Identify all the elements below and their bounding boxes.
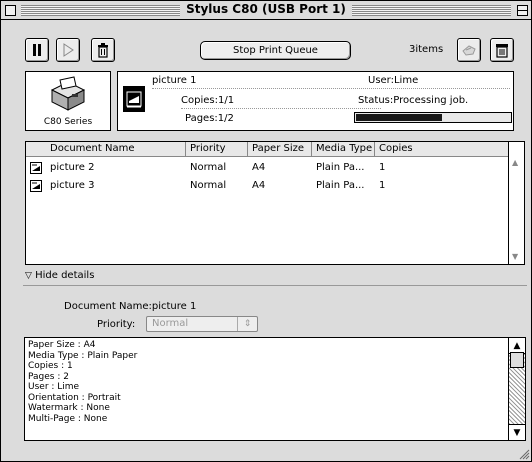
- play-button[interactable]: [56, 38, 80, 62]
- printer-model: C80 Series: [43, 117, 93, 127]
- details-document-name: Document Name:picture 1: [64, 301, 197, 312]
- items-count: 3items: [409, 44, 444, 55]
- detail-line: Paper Size : A4: [28, 340, 96, 350]
- detail-line: Orientation : Portrait: [28, 392, 121, 403]
- row-paper-size: A4: [252, 162, 266, 173]
- detail-line: Copies : 1: [28, 361, 73, 371]
- document-icon: [30, 162, 42, 174]
- resize-grip-icon[interactable]: [516, 446, 530, 460]
- hide-details-label: Hide details: [35, 270, 95, 281]
- scroll-up-arrow-icon[interactable]: ▲: [512, 158, 518, 167]
- row-copies: 1: [379, 162, 386, 173]
- pause-icon: [33, 44, 41, 56]
- trash-icon: [98, 43, 108, 58]
- current-job-user: User:Lime: [368, 75, 419, 86]
- pause-button[interactable]: [25, 38, 49, 62]
- printer-trash-icon: [496, 44, 508, 58]
- current-job-pages: Pages:1/2: [185, 113, 234, 124]
- printer-trash-button[interactable]: [490, 38, 514, 62]
- detail-line: Pages : 2: [28, 371, 69, 382]
- row-media-type: Plain Pa...: [316, 180, 365, 191]
- disclosure-triangle-icon: ▽: [25, 271, 32, 281]
- title-bar[interactable]: Stylus C80 (USB Port 1): [1, 1, 531, 20]
- priority-select-value: Normal: [152, 318, 189, 329]
- priority-label: Priority:: [97, 319, 136, 330]
- delete-button[interactable]: [91, 38, 115, 62]
- row-priority: Normal: [190, 180, 227, 191]
- priority-select[interactable]: Normal ⇕: [146, 316, 258, 332]
- row-document-name: picture 2: [50, 162, 95, 173]
- scroll-down-arrow-icon[interactable]: ▼: [509, 424, 525, 440]
- current-job-name: picture 1: [152, 75, 197, 86]
- column-header-paper-size[interactable]: Paper Size: [248, 142, 312, 157]
- row-copies: 1: [379, 180, 386, 191]
- row-document-name: picture 3: [50, 180, 95, 191]
- table-scrollbar[interactable]: ▲ ▼: [508, 142, 524, 264]
- table-row[interactable]: picture 3 Normal A4 Plain Pa... 1: [26, 177, 508, 195]
- select-arrows-icon: ⇕: [237, 317, 257, 331]
- row-media-type: Plain Pa...: [316, 162, 365, 173]
- zoom-box[interactable]: [517, 5, 528, 16]
- column-header-document-name[interactable]: Document Name: [26, 142, 186, 157]
- job-progress-fill: [356, 114, 442, 121]
- printer-panel: C80 Series: [25, 71, 111, 131]
- hold-button[interactable]: [457, 38, 481, 62]
- job-info-divider: [152, 88, 510, 89]
- print-queue-window: Stylus C80 (USB Port 1) Stop Print Queue…: [0, 0, 532, 462]
- detail-line: Media Type : Plain Paper: [28, 350, 138, 361]
- current-job-copies: Copies:1/1: [181, 95, 235, 106]
- current-job-panel: picture 1 User:Lime Copies:1/1 Status:Pr…: [117, 71, 514, 131]
- column-header-copies[interactable]: Copies: [375, 142, 509, 157]
- column-header-media-type[interactable]: Media Type: [312, 142, 375, 157]
- table-row[interactable]: picture 2 Normal A4 Plain Pa... 1: [26, 159, 508, 177]
- detail-line: User : Lime: [28, 382, 80, 392]
- details-text-box: Paper Size : A4 Media Type : Plain Paper C…: [24, 337, 526, 441]
- details-separator: [23, 285, 527, 286]
- hand-icon: [462, 45, 476, 56]
- job-progress-bar: [354, 112, 512, 123]
- window-title: Stylus C80 (USB Port 1): [1, 2, 531, 16]
- play-icon: [63, 43, 74, 57]
- job-info-divider: [181, 108, 381, 109]
- printer-icon: [50, 76, 86, 111]
- document-icon: [30, 180, 42, 192]
- queue-table: Document Name Priority Paper Size Media …: [25, 141, 525, 265]
- current-job-status: Status:Processing job.: [358, 95, 469, 106]
- scroll-thumb[interactable]: [510, 352, 524, 368]
- detail-line: Watermark : None: [28, 403, 110, 413]
- hide-details-toggle[interactable]: ▽ Hide details: [25, 270, 94, 281]
- document-printing-icon: [123, 86, 145, 112]
- stop-print-queue-button[interactable]: Stop Print Queue: [200, 41, 351, 60]
- scroll-down-arrow-icon[interactable]: ▼: [512, 252, 518, 261]
- details-text: Paper Size : A4 Media Type : Plain Paper C…: [28, 340, 137, 424]
- details-scrollbar[interactable]: ▲ ▼: [508, 338, 525, 440]
- column-header-priority[interactable]: Priority: [186, 142, 248, 157]
- row-priority: Normal: [190, 162, 227, 173]
- detail-line: Multi-Page : None: [28, 413, 108, 424]
- row-paper-size: A4: [252, 180, 266, 191]
